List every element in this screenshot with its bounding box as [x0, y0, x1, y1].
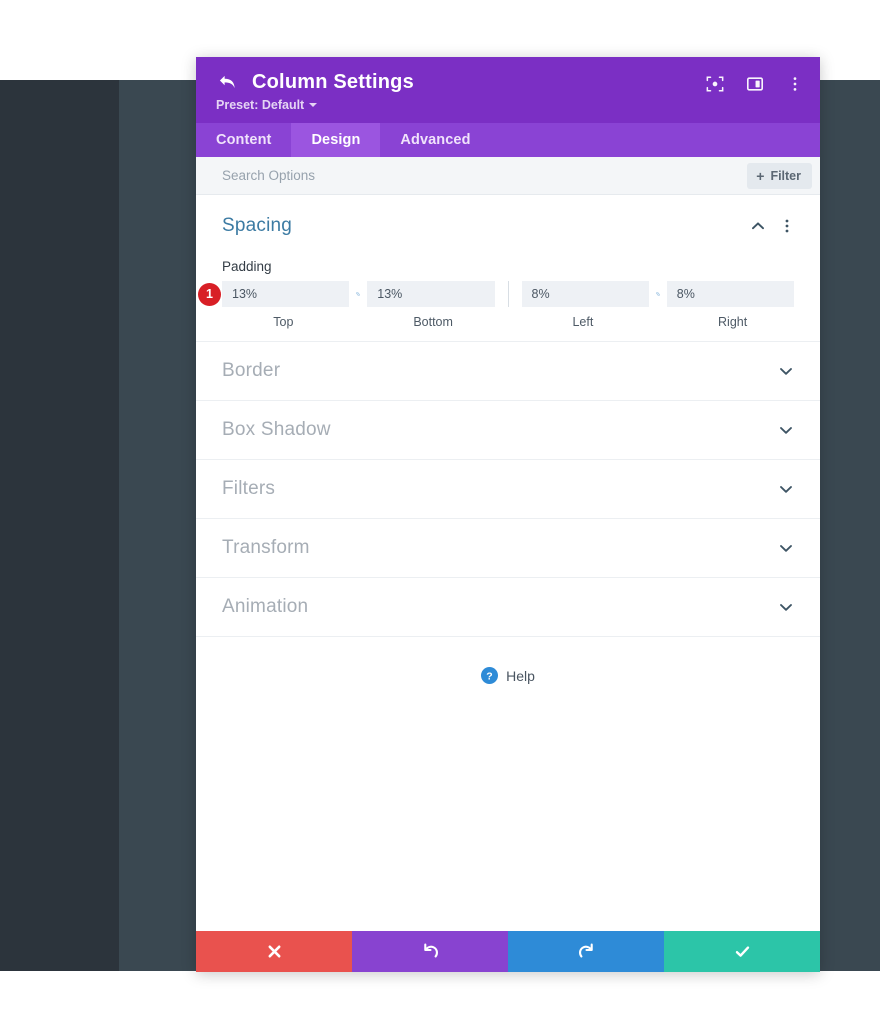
filter-button[interactable]: + Filter: [747, 162, 812, 189]
back-arrow-icon[interactable]: [216, 72, 238, 92]
section-border[interactable]: Border: [196, 341, 820, 400]
help-link[interactable]: ? Help: [481, 667, 535, 684]
help-label: Help: [506, 667, 535, 684]
padding-label: Padding: [222, 259, 272, 274]
padding-bottom-input[interactable]: [367, 281, 495, 307]
section-filters-title: Filters: [222, 478, 276, 499]
search-input[interactable]: [222, 168, 748, 183]
tab-advanced[interactable]: Advanced: [380, 123, 490, 157]
save-button[interactable]: [664, 931, 820, 972]
question-circle-icon: ?: [481, 667, 499, 684]
chevron-up-icon[interactable]: [750, 218, 766, 234]
padding-horizontal-group: [521, 281, 794, 307]
chevron-down-icon: [309, 103, 318, 107]
chevron-down-icon[interactable]: [778, 422, 794, 438]
padding-top-label: Top: [273, 315, 294, 329]
redo-icon: [578, 943, 593, 958]
section-border-title: Border: [222, 360, 281, 381]
focus-icon[interactable]: [706, 75, 724, 93]
panel-footer: [196, 931, 820, 972]
padding-left-input[interactable]: [521, 281, 649, 307]
preset-label: Preset: Default: [216, 98, 305, 112]
padding-left-label: Left: [572, 315, 594, 329]
header-icon-group: [706, 75, 804, 93]
tab-design[interactable]: Design: [291, 123, 381, 157]
step-badge: 1: [198, 283, 221, 306]
cancel-button[interactable]: [196, 931, 352, 972]
column-settings-panel: Column Settings Preset: Default Content …: [196, 57, 820, 972]
padding-labels-row: Top Bottom Left Right: [222, 315, 794, 329]
section-box-shadow[interactable]: Box Shadow: [196, 400, 820, 459]
svg-text:?: ?: [486, 670, 492, 682]
section-filters[interactable]: Filters: [196, 459, 820, 518]
chevron-down-icon[interactable]: [778, 540, 794, 556]
section-transform-title: Transform: [222, 537, 310, 558]
tab-bar: Content Design Advanced: [196, 123, 820, 157]
padding-vertical-group: [222, 281, 495, 307]
kebab-menu-icon[interactable]: [780, 218, 794, 234]
plus-icon: +: [756, 167, 765, 184]
undo-button[interactable]: [352, 931, 508, 972]
padding-right-label: Right: [718, 315, 748, 329]
panel-body: Spacing Padding 1 13% 13% 8% 8% Top Bott…: [196, 195, 820, 931]
tab-content[interactable]: Content: [196, 123, 291, 157]
filter-button-label: Filter: [770, 168, 801, 183]
page-background-left-strip: [0, 80, 119, 971]
page-title: Column Settings: [252, 71, 414, 93]
section-spacing-title: Spacing: [222, 215, 293, 236]
field-group-divider: [507, 281, 509, 307]
chevron-down-icon[interactable]: [778, 481, 794, 497]
chevron-down-icon[interactable]: [778, 599, 794, 615]
search-bar: + Filter: [196, 157, 820, 195]
padding-bottom-label: Bottom: [413, 315, 453, 329]
section-animation-title: Animation: [222, 596, 309, 617]
panel-header: Column Settings Preset: Default: [196, 57, 820, 123]
preset-selector[interactable]: Preset: Default: [216, 98, 802, 112]
redo-button[interactable]: [508, 931, 664, 972]
layout-panel-icon[interactable]: [746, 75, 764, 93]
link-chain-icon[interactable]: [649, 286, 667, 302]
section-animation[interactable]: Animation: [196, 577, 820, 636]
close-x-icon: [268, 945, 280, 958]
undo-icon: [423, 943, 438, 958]
link-chain-icon[interactable]: [349, 286, 367, 302]
checkmark-icon: [735, 946, 749, 957]
padding-right-input[interactable]: [666, 281, 794, 307]
section-transform[interactable]: Transform: [196, 518, 820, 577]
chevron-down-icon[interactable]: [778, 363, 794, 379]
padding-fields-row: 1: [198, 281, 794, 307]
help-area: ? Help: [196, 636, 820, 684]
padding-top-input[interactable]: [222, 281, 350, 307]
section-spacing: Spacing Padding 1 13% 13% 8% 8% Top Bott…: [196, 195, 820, 341]
kebab-menu-icon[interactable]: [786, 75, 804, 93]
section-box-shadow-title: Box Shadow: [222, 419, 331, 440]
